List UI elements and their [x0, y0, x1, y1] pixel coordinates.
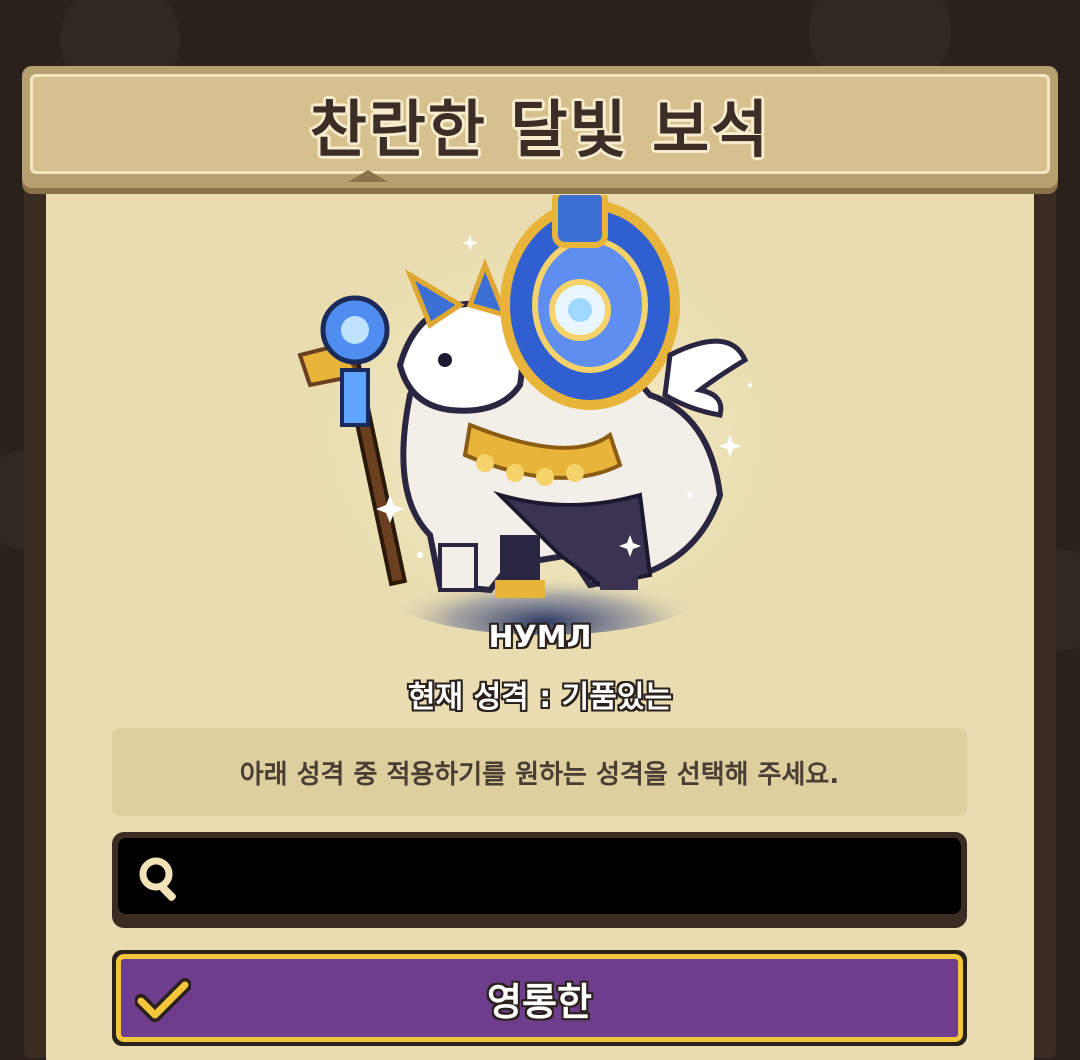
title-notch — [348, 170, 388, 182]
current-trait-label: 현재 성격 : 기품있는 — [407, 680, 673, 715]
trait-option-button[interactable]: 영롱한 — [116, 954, 963, 1042]
dialog-title-plate: 찬란한 달빛 보석 — [30, 74, 1050, 174]
search-input[interactable] — [198, 846, 949, 906]
search-icon — [139, 857, 176, 901]
dialog-title: 찬란한 달빛 보석 — [309, 93, 771, 166]
instruction-box: 아래 성격 중 적용하기를 원하는 성격을 선택해 주세요. — [112, 728, 967, 816]
dialog-title-bar: 찬란한 달빛 보석 — [22, 66, 1058, 188]
search-bar — [112, 832, 967, 928]
search-field-background — [118, 838, 961, 914]
instruction-text: 아래 성격 중 적용하기를 원하는 성격을 선택해 주세요. — [239, 759, 840, 790]
checkmark-icon — [135, 978, 191, 1022]
pet-creature-image — [297, 195, 785, 635]
trait-option-row[interactable]: 영롱한 — [112, 950, 967, 1046]
pet-name: НУМЛ — [488, 620, 592, 655]
trait-option-label: 영롱한 — [487, 979, 592, 1024]
